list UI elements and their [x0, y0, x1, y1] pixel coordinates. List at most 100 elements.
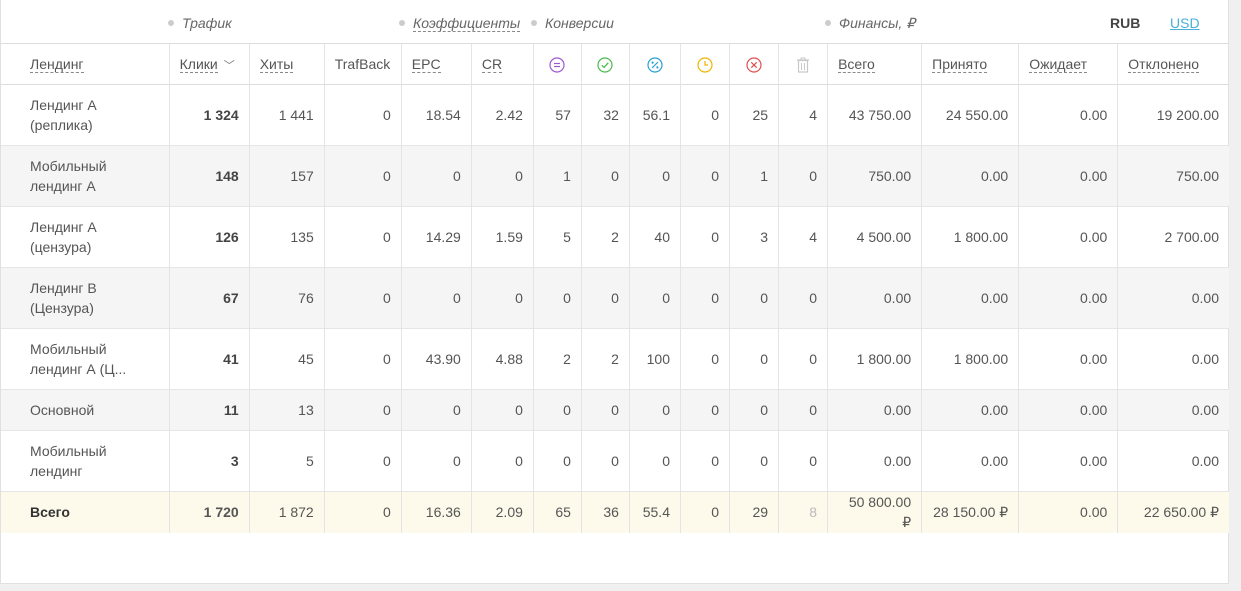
sort-desc-icon: ﹀: [223, 59, 235, 72]
group-dot-icon: [168, 20, 174, 26]
table-row: Мобильный лендинг А (Ц... 41 45 0 43.90 4.88 2…: [1, 328, 1229, 390]
col-conv-approved[interactable]: [581, 43, 630, 85]
cell-conv-trash: 4: [778, 206, 829, 268]
cell-conv-percent: 0: [629, 267, 681, 329]
cell-conv-trash: 0: [778, 145, 829, 207]
col-fin-pending[interactable]: Ожидает: [1018, 43, 1119, 85]
currency-usd[interactable]: USD: [1170, 15, 1200, 31]
cell-conv-trash: 0: [778, 430, 829, 492]
cell-conv-approved: 0: [581, 267, 630, 329]
cell-conv-percent: 55.4: [629, 491, 681, 533]
col-fin-total[interactable]: Всего: [827, 43, 923, 85]
table-row: Лендинг А (реплика) 1 324 1 441 0 18.54 2.42 5…: [1, 84, 1229, 146]
col-landing[interactable]: Лендинг: [1, 43, 170, 85]
cell-conv-percent: 100: [629, 328, 681, 390]
cell-fin-pending: 0.00: [1018, 145, 1119, 207]
cell-epc: 18.54: [401, 84, 472, 146]
cell-fin-rejected: 0.00: [1191, 351, 1219, 367]
cell-conv-pending: 0: [680, 389, 731, 431]
cell-landing-name: Основной: [1, 389, 170, 431]
col-epc[interactable]: EPC: [401, 43, 472, 85]
cell-epc: 43.90: [401, 328, 472, 390]
percent-circle-icon: [647, 57, 663, 73]
cell-conv-rejected: 0: [729, 389, 780, 431]
cell-epc: 0: [401, 145, 472, 207]
cell-clicks: 126: [169, 206, 250, 268]
col-conv-rejected[interactable]: [729, 43, 780, 85]
cell-trafback: 0: [324, 328, 402, 390]
group-dot-icon: [399, 20, 405, 26]
cell-conv-approved: 2: [581, 328, 630, 390]
cell-landing-name: Лендинг А (реплика): [1, 84, 170, 146]
cell-hits: 13: [249, 389, 325, 431]
cell-fin-rejected: 0.00: [1191, 402, 1219, 418]
col-fin-rejected[interactable]: Отклонено: [1118, 44, 1229, 85]
group-dot-icon: [825, 20, 831, 26]
cell-clicks: 1 720: [169, 491, 250, 533]
cell-conv-pending: 0: [680, 145, 731, 207]
cell-epc: 0: [401, 389, 472, 431]
cell-trafback: 0: [324, 389, 402, 431]
table-total-row: Всего 1 720 1 872 0 16.36 2.09 65 36 55.4 0 29 8 50 …: [1, 491, 1229, 533]
col-hits[interactable]: Хиты: [249, 43, 325, 85]
landing-stats-table: Лендинг Клики ﹀ Хиты TrafBack EPC CR Все…: [1, 43, 1229, 533]
cell-fin-accepted: 0.00: [921, 430, 1020, 492]
cell-landing-name: Мобильный лендинг А (Ц...: [1, 328, 170, 390]
cell-cr: 0: [471, 430, 534, 492]
cell-conv-percent: 0: [629, 145, 681, 207]
cell-fin-total: 0.00: [827, 389, 923, 431]
cell-fin-pending: 0.00: [1018, 328, 1119, 390]
table-header-row: Лендинг Клики ﹀ Хиты TrafBack EPC CR Все…: [1, 43, 1229, 85]
cell-hits: 157: [249, 145, 325, 207]
group-coefficients[interactable]: Коэффициенты: [399, 15, 521, 32]
table-row: Основной 11 13 0 0 0 0 0 0 0 0 0 0.00 0.00 0.00 0.00: [1, 389, 1229, 431]
cell-conv-approved: 32: [581, 84, 630, 146]
cell-conv-rejected: 0: [729, 267, 780, 329]
cell-fin-total: 0.00: [827, 267, 923, 329]
equals-circle-icon: [549, 57, 566, 73]
col-conv-percent[interactable]: [629, 43, 681, 85]
cell-fin-total: 4 500.00: [827, 206, 923, 268]
cell-conv-rejected: 29: [729, 491, 780, 533]
cell-hits: 1 872: [249, 491, 325, 533]
cell-conv-percent: 0: [629, 430, 681, 492]
cell-fin-rejected: 0.00: [1191, 453, 1219, 469]
col-fin-accepted[interactable]: Принято: [921, 43, 1020, 85]
group-dot-icon: [531, 20, 537, 26]
cell-fin-rejected: 750.00: [1176, 168, 1219, 184]
cell-conv-trash: 8: [778, 491, 829, 533]
col-conv-pending[interactable]: [680, 43, 731, 85]
clock-circle-icon: [697, 57, 713, 73]
currency-rub[interactable]: RUB: [1110, 15, 1140, 31]
cell-fin-accepted: 0.00: [921, 267, 1020, 329]
cell-conv-approved: 36: [581, 491, 630, 533]
cell-trafback: 0: [324, 84, 402, 146]
cell-conv-approved: 0: [581, 389, 630, 431]
cell-cr: 2.09: [471, 491, 534, 533]
x-circle-icon: [746, 57, 762, 73]
cell-conv-all: 0: [533, 267, 582, 329]
table-row: Лендинг B (Цензура) 67 76 0 0 0 0 0 0 0 0 0 0.00 0.00…: [1, 267, 1229, 329]
col-conv-trash[interactable]: [778, 43, 829, 85]
cell-conv-rejected: 25: [729, 84, 780, 146]
cell-fin-pending: 0.00: [1018, 491, 1119, 533]
cell-fin-accepted: 0.00: [921, 145, 1020, 207]
col-clicks[interactable]: Клики ﹀: [169, 43, 250, 85]
cell-clicks: 3: [169, 430, 250, 492]
col-trafback: TrafBack: [324, 43, 402, 85]
cell-fin-pending: 0.00: [1018, 267, 1119, 329]
cell-clicks: 1 324: [169, 84, 250, 146]
cell-conv-pending: 0: [680, 328, 731, 390]
cell-conv-percent: 56.1: [629, 84, 681, 146]
cell-fin-total: 0.00: [827, 430, 923, 492]
group-traffic: Трафик: [168, 15, 232, 31]
col-conv-all[interactable]: [533, 43, 582, 85]
cell-trafback: 0: [324, 491, 402, 533]
col-cr[interactable]: CR: [471, 43, 534, 85]
cell-fin-pending: 0.00: [1018, 430, 1119, 492]
cell-conv-approved: 0: [581, 145, 630, 207]
cell-trafback: 0: [324, 267, 402, 329]
cell-cr: 0: [471, 145, 534, 207]
cell-hits: 76: [249, 267, 325, 329]
cell-fin-accepted: 28 150.00 ₽: [921, 491, 1020, 533]
